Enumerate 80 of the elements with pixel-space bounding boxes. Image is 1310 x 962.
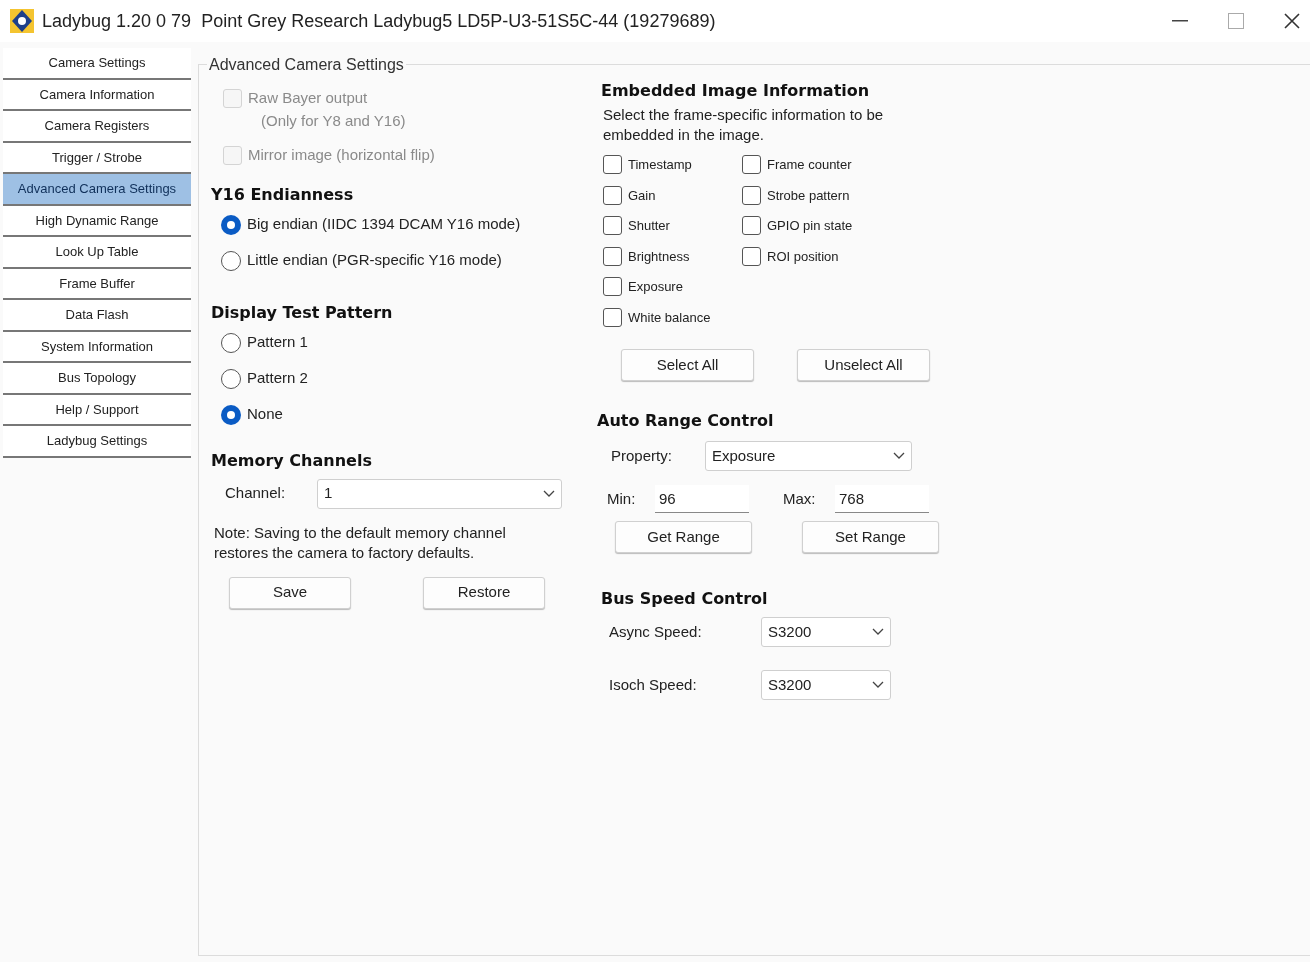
section-heading: Display Test Pattern — [211, 301, 394, 324]
checkbox[interactable] — [603, 155, 622, 175]
checkbox-label: Frame counter — [767, 156, 852, 174]
sidebar-tab[interactable]: Ladybug Settings — [3, 426, 191, 458]
checkbox-label: ROI position — [767, 247, 839, 266]
checkbox-label: White balance — [628, 308, 711, 327]
action-button[interactable]: Select All — [621, 349, 754, 381]
minimize-icon[interactable] — [1172, 20, 1188, 22]
sidebar-tab[interactable]: Camera Settings — [3, 48, 191, 80]
app-logo-icon — [8, 7, 36, 35]
chevron-down-icon — [893, 452, 905, 460]
checkbox[interactable] — [603, 216, 622, 236]
dropdown[interactable]: 1 — [317, 478, 562, 509]
action-button[interactable]: Restore — [423, 576, 545, 609]
radio-label: Pattern 1 — [247, 332, 308, 353]
description-text: Select the frame-specific information to be embedded in the image. — [602, 105, 885, 145]
field-label: Min: — [607, 488, 637, 509]
sidebar-tab[interactable]: Camera Registers — [3, 111, 191, 143]
sidebar-tab[interactable]: Camera Information — [3, 79, 191, 111]
radio-label: Big endian (IIDC 1394 DCAM Y16 mode) — [247, 214, 521, 235]
action-button[interactable]: Set Range — [802, 521, 939, 553]
action-button[interactable]: Unselect All — [797, 349, 930, 381]
checkbox-label: Shutter — [628, 217, 670, 235]
checkbox-label: Mirror image (horizontal flip) — [248, 145, 435, 165]
sidebar-tab[interactable]: Bus Topology — [3, 363, 191, 395]
checkbox[interactable] — [603, 185, 622, 205]
checkbox-label: Timestamp — [628, 156, 692, 174]
sidebar-tab[interactable]: High Dynamic Range — [3, 205, 191, 237]
checkbox-label: Exposure — [628, 278, 683, 296]
radio-button[interactable] — [221, 368, 241, 389]
checkbox-label: Raw Bayer output — [248, 88, 368, 108]
min-field[interactable]: 96 — [655, 485, 749, 513]
chevron-down-icon — [872, 681, 884, 689]
radio-label: None — [247, 404, 283, 425]
radio-button[interactable] — [221, 250, 241, 271]
checkbox[interactable] — [603, 307, 622, 327]
checkbox-label: Brightness — [628, 247, 690, 266]
sidebar-tab[interactable]: Data Flash — [3, 300, 191, 332]
close-icon[interactable] — [1284, 13, 1300, 29]
section-heading: Auto Range Control — [597, 410, 775, 432]
checkbox-label: Strobe pattern — [767, 186, 850, 205]
radio-label: Pattern 2 — [247, 368, 308, 389]
checkbox[interactable] — [742, 246, 761, 266]
section-heading: Memory Channels — [211, 449, 373, 472]
checkbox[interactable] — [603, 246, 622, 266]
radio-label: Little endian (PGR-specific Y16 mode) — [247, 250, 502, 271]
sidebar-tab[interactable]: Frame Buffer — [3, 268, 191, 300]
note-text: Note: Saving to the default memory channel restores the camera to factory defaults. — [213, 522, 507, 563]
radio-button[interactable] — [221, 404, 241, 425]
window-title: Ladybug 1.20 0 79 Point Grey Research Ladybug5 LD5P-U3-51S5C-44 (19279689) — [42, 9, 716, 33]
dropdown[interactable]: Exposure — [705, 441, 912, 471]
action-button[interactable]: Save — [229, 576, 351, 609]
sidebar-tab[interactable]: System Information — [3, 331, 191, 363]
section-heading: Y16 Endianness — [211, 183, 355, 206]
sidebar-tab[interactable]: Look Up Table — [3, 237, 191, 269]
checkbox-note: (Only for Y8 and Y16) — [261, 110, 407, 131]
radio-button[interactable] — [221, 332, 241, 353]
checkbox-label: Gain — [628, 186, 656, 205]
checkbox[interactable] — [742, 155, 761, 175]
field-label: Isoch Speed: — [609, 674, 698, 695]
section-heading: Embedded Image Information — [601, 80, 871, 102]
dropdown[interactable]: S3200 — [761, 670, 891, 700]
checkbox-label: GPIO pin state — [767, 217, 853, 235]
radio-button[interactable] — [221, 214, 241, 235]
chevron-down-icon — [872, 628, 884, 636]
sidebar-tab[interactable]: Trigger / Strobe — [3, 142, 191, 174]
max-field[interactable]: 768 — [835, 485, 929, 513]
checkbox[interactable] — [742, 185, 761, 205]
sidebar-tab[interactable]: Advanced Camera Settings — [3, 174, 191, 206]
section-heading: Bus Speed Control — [601, 588, 769, 610]
sidebar-tab[interactable]: Help / Support — [3, 394, 191, 426]
field-label: Async Speed: — [609, 621, 703, 642]
field-label: Property: — [611, 445, 673, 466]
checkbox[interactable] — [603, 277, 622, 297]
checkbox[interactable] — [742, 216, 761, 236]
field-label: Channel: — [225, 483, 287, 504]
action-button[interactable]: Get Range — [615, 521, 752, 553]
field-label: Max: — [783, 488, 817, 509]
dropdown[interactable]: S3200 — [761, 617, 891, 647]
chevron-down-icon — [543, 489, 555, 498]
